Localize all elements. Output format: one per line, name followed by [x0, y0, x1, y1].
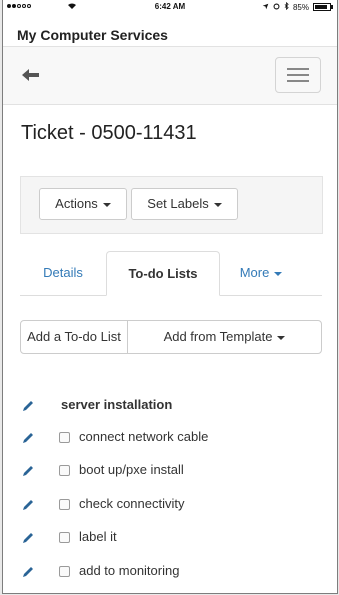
pencil-edit-icon[interactable]: [21, 464, 35, 478]
set-labels-label: Set Labels: [147, 196, 209, 211]
battery-percent: 85%: [292, 2, 309, 12]
todo-item: label it: [21, 528, 321, 550]
ticket-tabs: Details To-do Lists More: [20, 251, 322, 296]
caret-down-icon: [274, 271, 283, 276]
menu-toggle-button[interactable]: [275, 57, 321, 93]
status-indicators: 85%: [262, 1, 333, 12]
todo-item-label: boot up/pxe install: [79, 462, 184, 477]
app-title: My Computer Services: [17, 27, 168, 43]
caret-down-icon: [102, 202, 111, 207]
pencil-edit-icon[interactable]: [21, 498, 35, 512]
navbar: [3, 46, 337, 105]
todo-item-label: connect network cable: [79, 429, 209, 444]
back-arrow-icon[interactable]: [21, 67, 41, 83]
todo-item: check connectivity: [21, 495, 321, 517]
caret-down-icon: [213, 202, 222, 207]
todo-checkbox[interactable]: [59, 566, 70, 577]
tab-more-label: More: [239, 265, 270, 280]
todo-checkbox[interactable]: [59, 532, 70, 543]
page-title: Ticket - 0500-11431: [21, 122, 197, 144]
todo-checkbox[interactable]: [59, 499, 70, 510]
todo-list-name: server installation: [61, 397, 173, 412]
add-from-template-button[interactable]: Add from Template: [127, 320, 322, 354]
phone-screen: 6:42 AM 85% My Computer Services Ticket …: [2, 0, 338, 594]
tab-todo-lists[interactable]: To-do Lists: [106, 251, 220, 296]
todo-checkbox[interactable]: [59, 432, 70, 443]
pencil-edit-icon[interactable]: [21, 565, 35, 579]
battery-level: [315, 5, 327, 9]
todo-checkbox[interactable]: [59, 465, 70, 476]
actions-panel: Actions Set Labels: [20, 176, 323, 234]
bluetooth-icon: [284, 1, 289, 12]
actions-label: Actions: [55, 196, 98, 211]
tab-details[interactable]: Details: [28, 251, 98, 295]
tab-details-label: Details: [43, 265, 83, 280]
add-from-template-label: Add from Template: [163, 329, 273, 344]
todo-item: boot up/pxe install: [21, 461, 321, 483]
pencil-edit-icon[interactable]: [21, 399, 35, 413]
tab-more[interactable]: More: [226, 251, 296, 295]
todo-item-label: check connectivity: [79, 496, 185, 511]
pencil-edit-icon[interactable]: [21, 431, 35, 445]
todo-list-header: server installation: [21, 396, 321, 418]
alarm-icon: [273, 3, 280, 12]
add-todo-list-label: Add a To-do List: [27, 329, 121, 344]
todo-item-label: label it: [79, 529, 117, 544]
add-todo-list-button[interactable]: Add a To-do List: [20, 320, 128, 354]
todo-item: connect network cable: [21, 428, 321, 450]
location-arrow-icon: [262, 3, 269, 12]
pencil-edit-icon[interactable]: [21, 531, 35, 545]
todo-item: add to monitoring: [21, 562, 321, 584]
caret-down-icon: [277, 335, 286, 340]
battery-icon: [313, 3, 333, 11]
status-bar: 6:42 AM 85%: [3, 0, 337, 14]
todo-item-label: add to monitoring: [79, 563, 180, 578]
actions-dropdown-button[interactable]: Actions: [39, 188, 127, 220]
tab-todo-lists-label: To-do Lists: [128, 266, 198, 281]
set-labels-dropdown-button[interactable]: Set Labels: [131, 188, 238, 220]
